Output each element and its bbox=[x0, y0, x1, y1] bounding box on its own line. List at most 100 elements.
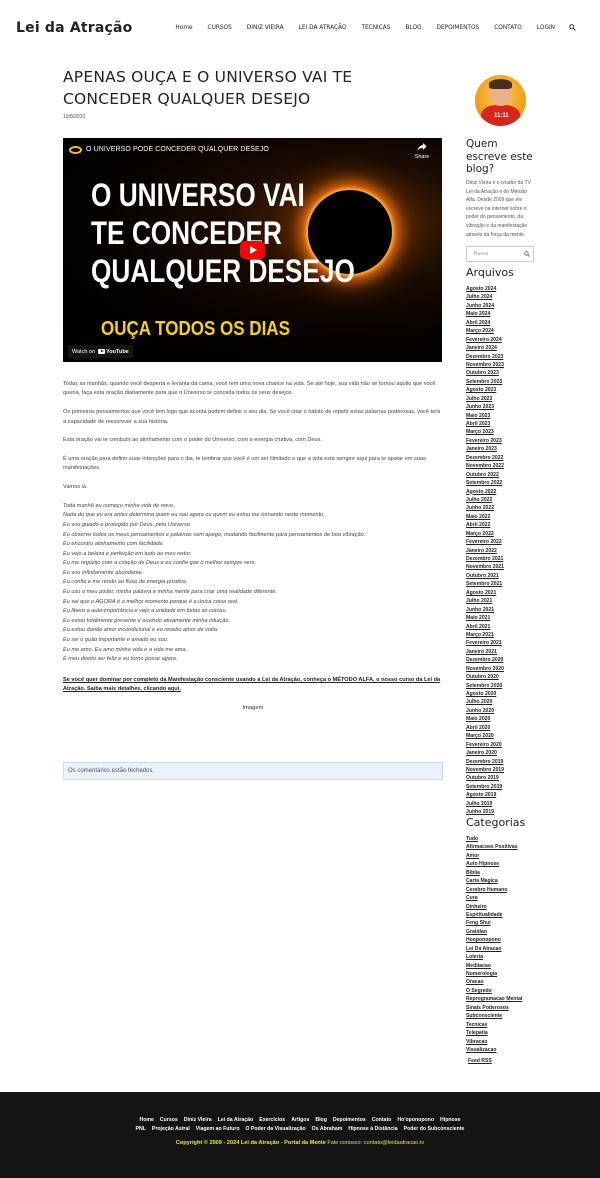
category-link-visualizacao[interactable]: Visualizacao bbox=[466, 1046, 522, 1054]
feed-rss-link[interactable]: Feed RSS bbox=[468, 1058, 492, 1064]
archive-link-setembro-2020[interactable]: Setembro 2020 bbox=[466, 682, 504, 690]
footer-link-o-poder-da-visualizacao[interactable]: O Poder da Visualização bbox=[246, 1126, 306, 1132]
archive-link-maio-2023[interactable]: Maio 2023 bbox=[466, 412, 504, 420]
archive-link-outubro-2023[interactable]: Outubro 2023 bbox=[466, 369, 504, 377]
category-link-telepatia[interactable]: Telepatia bbox=[466, 1029, 522, 1037]
archive-link-novembro-2020[interactable]: Novembro 2020 bbox=[466, 665, 504, 673]
archive-link-junho-2022[interactable]: Junho 2022 bbox=[466, 504, 504, 512]
footer-link-os-abraham[interactable]: Os Abraham bbox=[312, 1126, 343, 1132]
video-title[interactable]: O UNIVERSO PODE CONCEDER QUALQUER DESEJO bbox=[86, 146, 269, 153]
nav-lei-da-atracao[interactable]: Lei da Atração bbox=[299, 25, 347, 31]
archive-link-marco-2024[interactable]: Março 2024 bbox=[466, 327, 504, 335]
search-icon[interactable] bbox=[569, 24, 576, 31]
contact-email[interactable]: Fale conosco: contato@leidaatracao.tv bbox=[327, 1140, 424, 1146]
footer-link-hipnose-a-distancia[interactable]: Hipnose à Distância bbox=[348, 1126, 397, 1132]
category-link-subconsciente[interactable]: Subconsciente bbox=[466, 1012, 522, 1020]
archive-link-dezembro-2023[interactable]: Dezembro 2023 bbox=[466, 353, 504, 361]
category-link-vibracao[interactable]: Vibracao bbox=[466, 1038, 522, 1046]
archive-link-julho-2023[interactable]: Julho 2023 bbox=[466, 395, 504, 403]
archive-link-marco-2020[interactable]: Março 2020 bbox=[466, 732, 504, 740]
archive-link-novembro-2022[interactable]: Novembro 2022 bbox=[466, 462, 504, 470]
archive-link-julho-2021[interactable]: Julho 2021 bbox=[466, 597, 504, 605]
archive-link-fevereiro-2020[interactable]: Fevereiro 2020 bbox=[466, 741, 504, 749]
archive-link-novembro-2021[interactable]: Novembro 2021 bbox=[466, 563, 504, 571]
archive-link-janeiro-2024[interactable]: Janeiro 2024 bbox=[466, 344, 504, 352]
footer-link-exercicios[interactable]: Exercícios bbox=[259, 1117, 285, 1123]
category-link-amor[interactable]: Amor bbox=[466, 852, 522, 860]
footer-link-home[interactable]: Home bbox=[140, 1117, 154, 1123]
archive-link-julho-2019[interactable]: Julho 2019 bbox=[466, 800, 504, 808]
archive-link-junho-2021[interactable]: Junho 2021 bbox=[466, 606, 504, 614]
archive-link-fevereiro-2022[interactable]: Fevereiro 2022 bbox=[466, 538, 504, 546]
footer-link-ho-oponopono[interactable]: Ho'oponopono bbox=[397, 1117, 434, 1123]
category-link-gratidao[interactable]: Gratidao bbox=[466, 928, 522, 936]
footer-link-diniz-vieira[interactable]: Diniz Vieira bbox=[184, 1117, 212, 1123]
category-link-tudo[interactable]: Tudo bbox=[466, 835, 522, 843]
search-icon[interactable] bbox=[524, 251, 530, 257]
category-link-numerologia[interactable]: Numerologia bbox=[466, 970, 522, 978]
footer-link-cursos[interactable]: Cursos bbox=[160, 1117, 178, 1123]
archive-link-dezembro-2022[interactable]: Dezembro 2022 bbox=[466, 454, 504, 462]
archive-link-agosto-2020[interactable]: Agosto 2020 bbox=[466, 690, 504, 698]
category-link-hooponopono[interactable]: Hooponopono bbox=[466, 936, 522, 944]
category-link-loteria[interactable]: Loteria bbox=[466, 953, 522, 961]
archive-link-marco-2022[interactable]: Março 2022 bbox=[466, 530, 504, 538]
archive-link-marco-2023[interactable]: Março 2023 bbox=[466, 428, 504, 436]
category-link-afirmacoes-positivas[interactable]: Afirmacoes Positivas bbox=[466, 843, 522, 851]
category-link-carta-magica[interactable]: Carta Magica bbox=[466, 877, 522, 885]
archive-link-agosto-2024[interactable]: Agosto 2024 bbox=[466, 285, 504, 293]
nav-contato[interactable]: Contato bbox=[494, 25, 522, 31]
archive-link-julho-2022[interactable]: Julho 2022 bbox=[466, 496, 504, 504]
nav-depoimentos[interactable]: Depoimentos bbox=[437, 25, 480, 31]
archive-link-novembro-2023[interactable]: Novembro 2023 bbox=[466, 361, 504, 369]
metodo-alfa-link[interactable]: Se você quer dominar por completo da Man… bbox=[63, 676, 443, 695]
category-link-o-segredo[interactable]: O Segredo bbox=[466, 987, 522, 995]
archive-link-agosto-2023[interactable]: Agosto 2023 bbox=[466, 386, 504, 394]
footer-link-projecao-astral[interactable]: Projeção Astral bbox=[152, 1126, 190, 1132]
archive-link-setembro-2022[interactable]: Setembro 2022 bbox=[466, 479, 504, 487]
archive-link-abril-2023[interactable]: Abril 2023 bbox=[466, 420, 504, 428]
archive-link-maio-2024[interactable]: Maio 2024 bbox=[466, 310, 504, 318]
category-link-lei-da-atracao[interactable]: Lei Da Atracao bbox=[466, 945, 522, 953]
category-link-auto-hipnose[interactable]: Auto Hipnose bbox=[466, 860, 522, 868]
archive-link-abril-2021[interactable]: Abril 2021 bbox=[466, 623, 504, 631]
category-link-reprogramacao-mental[interactable]: Reprogramacao Mental bbox=[466, 995, 522, 1003]
video-embed[interactable]: O UNIVERSO PODE CONCEDER QUALQUER DESEJO… bbox=[63, 138, 442, 362]
category-link-feng-shui[interactable]: Feng Shui bbox=[466, 919, 522, 927]
archive-link-marco-2021[interactable]: Março 2021 bbox=[466, 631, 504, 639]
category-link-sinais-poderosos[interactable]: Sinais Poderosos bbox=[466, 1004, 522, 1012]
share-button[interactable]: Share bbox=[412, 142, 432, 160]
footer-link-pnl[interactable]: PNL bbox=[136, 1126, 146, 1132]
archive-link-novembro-2019[interactable]: Novembro 2019 bbox=[466, 766, 504, 774]
footer-link-hipnose[interactable]: Hipnose bbox=[440, 1117, 460, 1123]
footer-link-poder-do-subconsciente[interactable]: Poder do Subconsciente bbox=[404, 1126, 465, 1132]
archive-link-dezembro-2021[interactable]: Dezembro 2021 bbox=[466, 555, 504, 563]
archive-link-junho-2024[interactable]: Junho 2024 bbox=[466, 302, 504, 310]
archive-link-fevereiro-2023[interactable]: Fevereiro 2023 bbox=[466, 437, 504, 445]
archive-link-abril-2020[interactable]: Abril 2020 bbox=[466, 724, 504, 732]
category-link-cura[interactable]: Cura bbox=[466, 894, 522, 902]
archive-link-outubro-2022[interactable]: Outubro 2022 bbox=[466, 471, 504, 479]
archive-link-maio-2020[interactable]: Maio 2020 bbox=[466, 715, 504, 723]
archive-link-abril-2022[interactable]: Abril 2022 bbox=[466, 521, 504, 529]
nav-cursos[interactable]: Cursos bbox=[208, 25, 232, 31]
archive-link-outubro-2020[interactable]: Outubro 2020 bbox=[466, 673, 504, 681]
archive-link-janeiro-2020[interactable]: Janeiro 2020 bbox=[466, 749, 504, 757]
archive-link-agosto-2021[interactable]: Agosto 2021 bbox=[466, 589, 504, 597]
archive-link-agosto-2022[interactable]: Agosto 2022 bbox=[466, 488, 504, 496]
sidebar-search-input[interactable]: Busca bbox=[466, 246, 534, 262]
archive-link-abril-2024[interactable]: Abril 2024 bbox=[466, 319, 504, 327]
archive-link-fevereiro-2024[interactable]: Fevereiro 2024 bbox=[466, 336, 504, 344]
archive-link-outubro-2019[interactable]: Outubro 2019 bbox=[466, 774, 504, 782]
archive-link-junho-2020[interactable]: Junho 2020 bbox=[466, 707, 504, 715]
nav-diniz-vieira[interactable]: Diniz Vieira bbox=[247, 25, 284, 31]
nav-tecnicas[interactable]: Tecnicas bbox=[361, 25, 390, 31]
archive-link-janeiro-2023[interactable]: Janeiro 2023 bbox=[466, 445, 504, 453]
category-link-cerebro-humano[interactable]: Cerebro Humano bbox=[466, 886, 522, 894]
archive-link-fevereiro-2021[interactable]: Fevereiro 2021 bbox=[466, 639, 504, 647]
archive-link-agosto-2019[interactable]: Agosto 2019 bbox=[466, 791, 504, 799]
footer-link-lei-da-atracao[interactable]: Lei da Atração bbox=[218, 1117, 254, 1123]
footer-link-depoimentos[interactable]: Depoimentos bbox=[333, 1117, 366, 1123]
archive-link-outubro-2021[interactable]: Outubro 2021 bbox=[466, 572, 504, 580]
archive-link-julho-2024[interactable]: Julho 2024 bbox=[466, 293, 504, 301]
